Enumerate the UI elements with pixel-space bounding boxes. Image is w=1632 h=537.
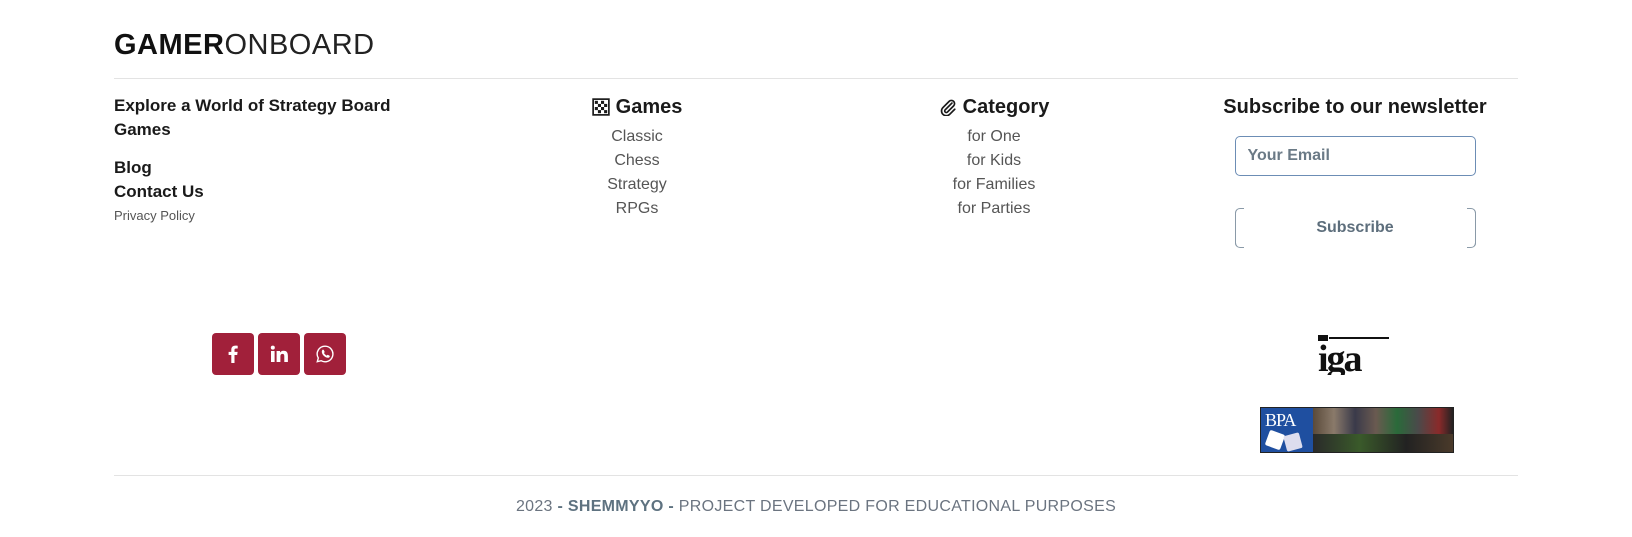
games-item-rpgs[interactable]: RPGs	[537, 197, 737, 221]
blog-link[interactable]: Blog	[114, 156, 434, 180]
newsletter-section: Subscribe to our newsletter Subscribe	[1205, 94, 1505, 248]
copyright-note: PROJECT DEVELOPED FOR EDUCATIONAL PURPOS…	[678, 498, 1117, 515]
newsletter-title: Subscribe to our newsletter	[1223, 96, 1487, 118]
copyright-separator: -	[557, 498, 564, 515]
facebook-button[interactable]	[212, 333, 254, 375]
games-heading: Games	[537, 94, 737, 120]
email-input[interactable]	[1234, 136, 1476, 176]
chess-board-icon	[591, 98, 610, 116]
players-photo	[1313, 408, 1453, 452]
linkedin-button[interactable]	[258, 333, 300, 375]
whatsapp-icon	[316, 345, 334, 363]
brand-logo[interactable]: GAMERONBOARD	[114, 27, 375, 63]
category-list: for One for Kids for Families for Partie…	[894, 125, 1094, 221]
subscribe-button[interactable]: Subscribe	[1234, 208, 1476, 248]
copyright-line: 2023 - SHEMMYYO - PROJECT DEVELOPED FOR …	[0, 498, 1632, 516]
contact-us-link[interactable]: Contact Us	[114, 180, 434, 204]
brand-logo-bold: GAMER	[114, 29, 225, 61]
category-item-for-parties[interactable]: for Parties	[894, 197, 1094, 221]
category-column: Category for One for Kids for Families f…	[894, 94, 1094, 221]
social-links	[212, 333, 346, 375]
paperclip-icon	[940, 99, 956, 116]
dice-icon	[1283, 432, 1303, 452]
whatsapp-button[interactable]	[304, 333, 346, 375]
top-divider	[114, 78, 1518, 79]
category-title: Category	[962, 96, 1050, 118]
games-item-chess[interactable]: Chess	[537, 149, 737, 173]
bottom-divider	[114, 475, 1518, 476]
linkedin-icon	[270, 345, 288, 362]
dice-icon	[1264, 429, 1286, 451]
privacy-policy-link[interactable]: Privacy Policy	[114, 208, 434, 223]
games-column: Games Classic Chess Strategy RPGs	[537, 94, 737, 221]
category-item-for-kids[interactable]: for Kids	[894, 149, 1094, 173]
category-item-for-families[interactable]: for Families	[894, 173, 1094, 197]
bpa-badge: BPA	[1261, 408, 1313, 452]
category-item-for-one[interactable]: for One	[894, 125, 1094, 149]
author-name: SHEMMYYO	[567, 498, 664, 515]
category-heading: Category	[894, 94, 1094, 120]
games-list: Classic Chess Strategy RPGs	[537, 125, 737, 221]
copyright-separator: -	[668, 498, 675, 515]
games-item-classic[interactable]: Classic	[537, 125, 737, 149]
bpa-logo-text: BPA	[1265, 410, 1296, 430]
facebook-icon	[228, 345, 238, 363]
bpa-logo[interactable]: BPA	[1260, 407, 1454, 453]
iga-logo[interactable]: iga	[1318, 335, 1390, 375]
iga-logo-text: iga	[1318, 338, 1363, 375]
brand-logo-light: ONBOARD	[224, 29, 375, 61]
games-title: Games	[615, 96, 683, 118]
footer-links: Blog Contact Us	[114, 156, 434, 204]
games-item-strategy[interactable]: Strategy	[537, 173, 737, 197]
about-column: Explore a World of Strategy Board Games …	[114, 94, 434, 223]
tagline: Explore a World of Strategy Board Games	[114, 96, 391, 139]
copyright-year: 2023	[515, 498, 553, 515]
